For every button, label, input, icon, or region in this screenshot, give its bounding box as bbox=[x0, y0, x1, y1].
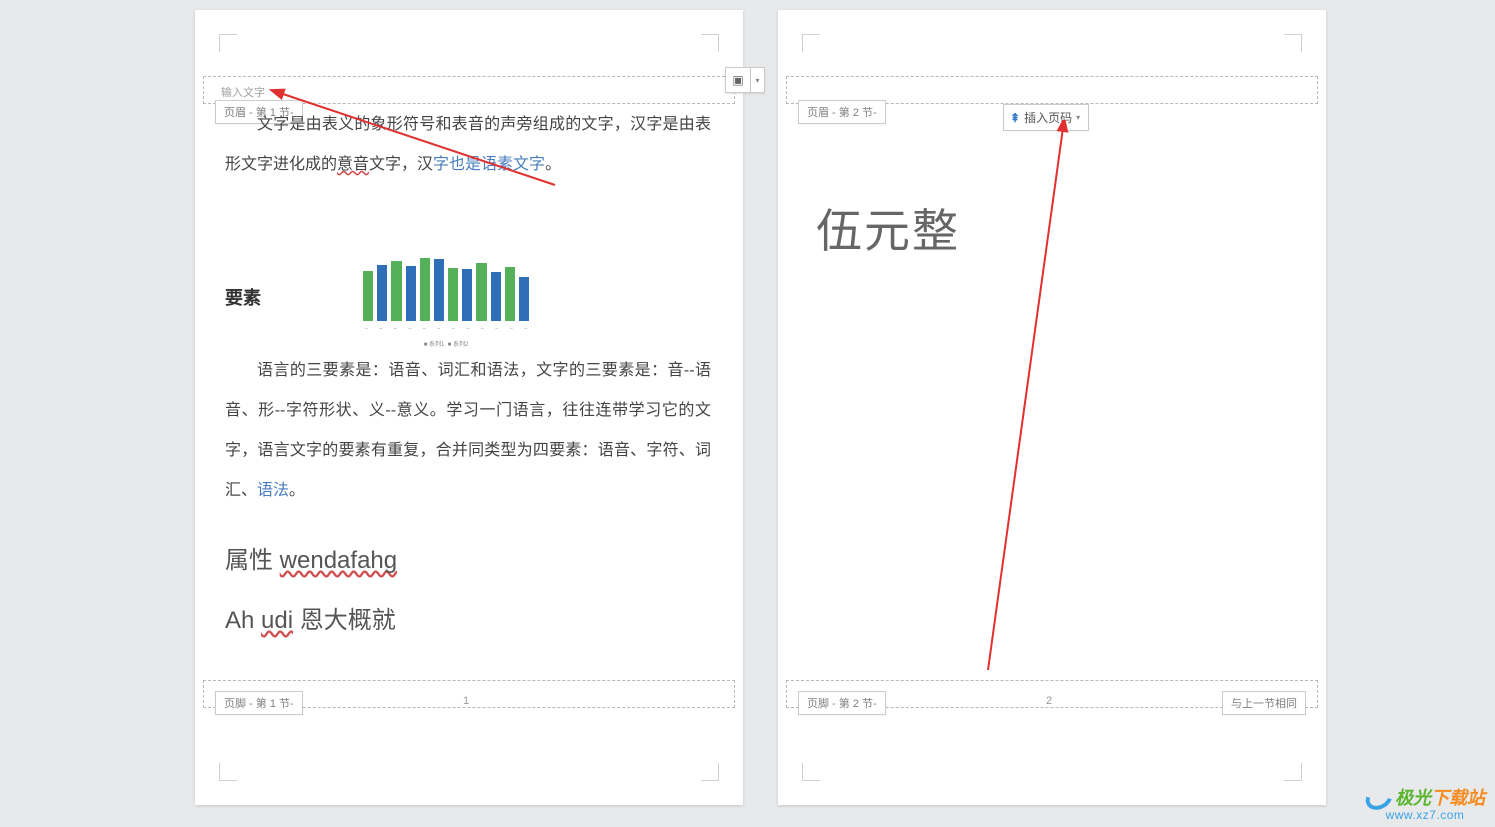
text: 。 bbox=[289, 482, 305, 499]
header-options-button[interactable]: ▣ bbox=[725, 67, 751, 93]
document-body[interactable]: 文字是由表义的象形符号和表音的声旁组成的文字，汉字是由表形文字进化成的意音文字，… bbox=[225, 105, 711, 651]
margin-corner bbox=[1284, 763, 1302, 781]
chart-bar bbox=[434, 259, 444, 321]
paragraph[interactable]: 语言的三要素是：语音、词汇和语法，文字的三要素是：音--语音、形--字符形状、义… bbox=[225, 351, 711, 511]
chart-bar bbox=[420, 258, 430, 321]
header-placeholder[interactable]: 输入文字 bbox=[221, 84, 265, 100]
header-section-tag: 页眉 - 第 2 节- bbox=[798, 100, 886, 124]
text: 属性 bbox=[225, 547, 280, 574]
margin-corner bbox=[701, 763, 719, 781]
spellcheck-marked: 意音 bbox=[337, 156, 369, 173]
chart-row: 要素 –––––––––––– ■ 系列1 ■ 系列2 bbox=[225, 253, 711, 343]
chart-bar bbox=[363, 271, 373, 322]
chart-bar bbox=[448, 268, 458, 321]
margin-corner bbox=[1284, 34, 1302, 52]
page-number: 1 bbox=[463, 695, 469, 707]
text: 语言的三要素是：语音、词汇和语法，文字的三要素是：音--语音、形--字符形状、义… bbox=[225, 362, 711, 499]
spellcheck-marked: wendafahg bbox=[280, 547, 397, 574]
large-chinese-text[interactable]: 伍元整 bbox=[816, 195, 960, 261]
text: 文字，汉 bbox=[369, 156, 433, 173]
chevron-down-icon: ▾ bbox=[755, 76, 759, 85]
chart-bar bbox=[462, 269, 472, 321]
heading-elements: 要素 bbox=[225, 276, 261, 321]
logo-text: 极光 bbox=[1395, 789, 1431, 807]
margin-corner bbox=[219, 763, 237, 781]
header-options-icon: ▣ bbox=[732, 73, 743, 87]
subheading[interactable]: Ah udi 恩大概就 bbox=[225, 591, 711, 651]
page-2[interactable]: 页眉 - 第 2 节- ⇞ 插入页码 ▾ 伍元整 页脚 - 第 2 节- 与上一… bbox=[778, 10, 1326, 805]
hyperlink[interactable]: 语法 bbox=[257, 482, 289, 499]
chart-bar bbox=[391, 261, 401, 321]
paragraph[interactable]: 文字是由表义的象形符号和表音的声旁组成的文字，汉字是由表形文字进化成的意音文字，… bbox=[225, 105, 711, 185]
footer-section-tag: 页脚 - 第 2 节- bbox=[798, 691, 886, 715]
chart-bar bbox=[519, 277, 529, 321]
chart-bar bbox=[377, 265, 387, 321]
button-label: 插入页码 bbox=[1024, 109, 1072, 126]
chart-bar bbox=[406, 266, 416, 321]
chevron-down-icon: ▾ bbox=[1076, 113, 1080, 122]
chart-bar bbox=[476, 263, 486, 321]
margin-corner bbox=[219, 34, 237, 52]
margin-corner bbox=[701, 34, 719, 52]
text: 。 bbox=[545, 156, 561, 173]
text: 恩大概就 bbox=[293, 607, 396, 634]
page-number: 2 bbox=[1046, 695, 1052, 707]
chart-bar bbox=[491, 272, 501, 321]
spellcheck-marked: udi bbox=[261, 607, 293, 634]
page-number-icon: ⇞ bbox=[1010, 111, 1020, 125]
footer-section-tag: 页脚 - 第 1 节- bbox=[215, 691, 303, 715]
text: Ah bbox=[225, 607, 261, 634]
page-1[interactable]: 输入文字 页眉 - 第 1 节- 文字是由表义的象形符号和表音的声旁组成的文字，… bbox=[195, 10, 743, 805]
subheading[interactable]: 属性 wendafahg bbox=[225, 531, 711, 591]
site-logo: 极光下载站 www.xz7.com bbox=[1365, 787, 1485, 821]
margin-corner bbox=[802, 34, 820, 52]
logo-url: www.xz7.com bbox=[1386, 809, 1465, 821]
header-options-dropdown[interactable]: ▾ bbox=[751, 67, 765, 93]
margin-corner bbox=[802, 763, 820, 781]
logo-text: 下载站 bbox=[1431, 789, 1485, 807]
same-as-previous-tag: 与上一节相同 bbox=[1222, 691, 1306, 715]
bar-chart[interactable]: –––––––––––– ■ 系列1 ■ 系列2 bbox=[361, 253, 531, 343]
hyperlink[interactable]: 字也是语素文字 bbox=[433, 156, 545, 173]
annotation-arrow-icon bbox=[978, 120, 1108, 680]
chart-bar bbox=[505, 267, 515, 321]
insert-page-number-button[interactable]: ⇞ 插入页码 ▾ bbox=[1003, 104, 1089, 131]
